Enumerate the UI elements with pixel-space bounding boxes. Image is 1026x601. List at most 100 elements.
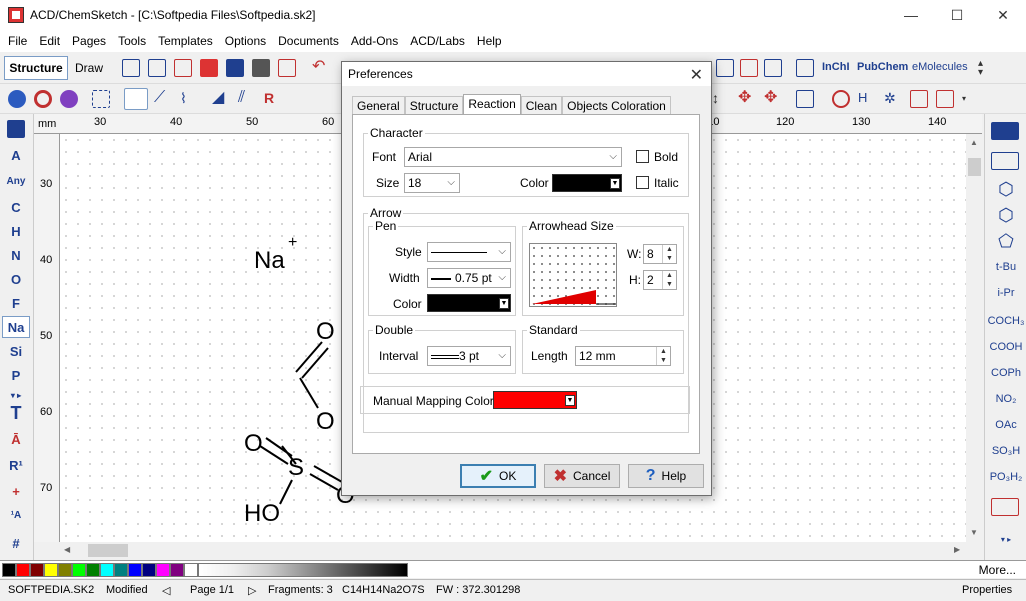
wedge-bond-icon[interactable]: ◢ [212, 90, 230, 108]
menu-help[interactable]: Help [471, 31, 508, 51]
grid-icon[interactable] [740, 59, 758, 77]
undo-icon[interactable]: ↶ [312, 59, 330, 77]
dialog-close-icon[interactable]: ✕ [690, 65, 703, 85]
mapping-color-picker[interactable]: ▼ [493, 391, 577, 409]
close-button[interactable]: ✕ [980, 0, 1026, 30]
horizontal-scrollbar[interactable]: ◀ ▶ [60, 542, 966, 559]
atom-label-icon[interactable]: ¹A [2, 504, 30, 526]
menu-options[interactable]: Options [219, 31, 272, 51]
ok-button[interactable]: ✔ OK [460, 464, 536, 488]
style-select[interactable]: ⌵ [427, 242, 511, 262]
rect-select-icon[interactable] [92, 90, 110, 108]
menu-pages[interactable]: Pages [66, 31, 112, 51]
more-colors-button[interactable]: More... [979, 563, 1016, 577]
vertical-scrollbar[interactable]: ▲ ▼ [966, 134, 983, 542]
draw-zigzag-icon[interactable]: ⌇ [180, 90, 198, 108]
user-templates-icon[interactable] [991, 498, 1019, 516]
color-swatch[interactable] [86, 563, 100, 577]
copy-structure-icon[interactable] [796, 90, 814, 108]
spinner-arrows-icon[interactable]: ▲ ▼ [662, 271, 676, 289]
print-icon[interactable] [252, 59, 270, 77]
more-tools-icon[interactable]: ▾ [962, 94, 980, 112]
lasso-icon[interactable] [60, 90, 78, 108]
panel-scroll-icon[interactable]: ▾ ▸ [985, 528, 1026, 550]
grayscale-swatches[interactable] [198, 563, 408, 577]
delete-page-icon[interactable] [174, 59, 192, 77]
color-swatch[interactable] [128, 563, 142, 577]
table-report-icon[interactable] [936, 90, 954, 108]
menu-tools[interactable]: Tools [112, 31, 152, 51]
atom-si[interactable]: Si [2, 340, 30, 362]
3d-optimize-icon[interactable]: ✲ [884, 90, 902, 108]
character-color-picker[interactable]: ▼ [552, 174, 622, 192]
maximize-button[interactable]: ☐ [934, 0, 980, 30]
tab-general[interactable]: General [352, 96, 405, 114]
color-swatch[interactable] [2, 563, 16, 577]
radical-cooh[interactable]: COOH [985, 336, 1026, 358]
scroll-right-icon[interactable]: ▶ [954, 545, 960, 554]
width-select[interactable]: 0.75 pt ⌵ [427, 268, 511, 288]
numbering-tool[interactable]: # [2, 532, 30, 554]
select-icon[interactable] [8, 90, 26, 108]
scroll-up-icon[interactable]: ▲ [970, 138, 978, 147]
atom-na[interactable]: Na [2, 316, 30, 338]
calculate-icon[interactable] [764, 59, 782, 77]
color-swatch[interactable] [100, 563, 114, 577]
color-swatch[interactable] [30, 563, 44, 577]
structure-mode-button[interactable]: Structure [4, 56, 68, 80]
length-spinner[interactable]: 12 mm ▲ ▼ [575, 346, 671, 366]
tab-structure[interactable]: Structure [404, 96, 464, 114]
color-swatch[interactable] [142, 563, 156, 577]
size-select[interactable]: 18 ⌵ [404, 173, 460, 193]
benzene-icon[interactable]: ⬡ [985, 178, 1026, 200]
nomenclature-icon[interactable] [796, 59, 814, 77]
color-swatch[interactable] [156, 563, 170, 577]
charge-tool[interactable]: + [2, 480, 30, 502]
h-spinner[interactable]: 2 ▲ ▼ [643, 270, 677, 290]
atom-c[interactable]: C [2, 196, 30, 218]
minimize-button[interactable]: — [888, 0, 934, 30]
tab-objects-coloration[interactable]: Objects Coloration [562, 96, 671, 114]
hash-bond-icon[interactable]: ⫽ [238, 90, 256, 108]
table-icon[interactable] [716, 59, 734, 77]
spinner-arrows-icon[interactable]: ▲ ▼ [656, 347, 670, 365]
color-swatch[interactable] [184, 563, 198, 577]
atom-remove-icon[interactable]: Ā [2, 428, 30, 450]
atom-n[interactable]: N [2, 244, 30, 266]
color-swatch[interactable] [58, 563, 72, 577]
page-prev-icon[interactable]: ◁ [162, 584, 170, 597]
draw-normal-icon[interactable] [124, 88, 148, 110]
toolbar-options-icon[interactable]: ▴ ▾ [978, 59, 996, 78]
scroll-down-icon[interactable]: ▼ [970, 528, 978, 537]
refresh-icon[interactable] [832, 90, 850, 108]
atom-p[interactable]: P [2, 364, 30, 386]
atom-o[interactable]: O [2, 268, 30, 290]
emolecules-button[interactable]: eMolecules [912, 61, 968, 73]
check-icon[interactable] [910, 90, 928, 108]
font-select[interactable]: Arial ⌵ [404, 147, 622, 167]
color-swatch[interactable] [16, 563, 30, 577]
radical-coph[interactable]: COPh [985, 362, 1026, 384]
radical-t-bu[interactable]: t-Bu [985, 256, 1026, 278]
copy-page-icon[interactable] [148, 59, 166, 77]
atom-f[interactable]: F [2, 292, 30, 314]
radical-coch3[interactable]: COCH₃ [985, 310, 1026, 332]
radical-i-pr[interactable]: i-Pr [985, 282, 1026, 304]
radical-so3h[interactable]: SO₃H [985, 440, 1026, 462]
pen-color-picker[interactable]: ▼ [427, 294, 511, 312]
vertical-scroll-thumb[interactable] [968, 158, 981, 176]
tab-reaction[interactable]: Reaction [463, 94, 521, 115]
horizontal-scroll-thumb[interactable] [88, 544, 128, 557]
menu-acd-labs[interactable]: ACD/Labs [404, 31, 471, 51]
bold-checkbox[interactable] [636, 150, 649, 163]
color-swatch[interactable] [114, 563, 128, 577]
atom-any[interactable]: Any [2, 170, 30, 192]
open-icon[interactable] [200, 59, 218, 77]
radical-no2[interactable]: NO₂ [985, 388, 1026, 410]
tab-clean[interactable]: Clean [520, 96, 563, 114]
interval-select[interactable]: 3 pt ⌵ [427, 346, 511, 366]
atom-h[interactable]: H [2, 220, 30, 242]
move-icon[interactable]: ✥ [738, 90, 756, 108]
atom-a[interactable]: A [2, 144, 30, 166]
spinner-arrows-icon[interactable]: ▲ ▼ [662, 245, 676, 263]
